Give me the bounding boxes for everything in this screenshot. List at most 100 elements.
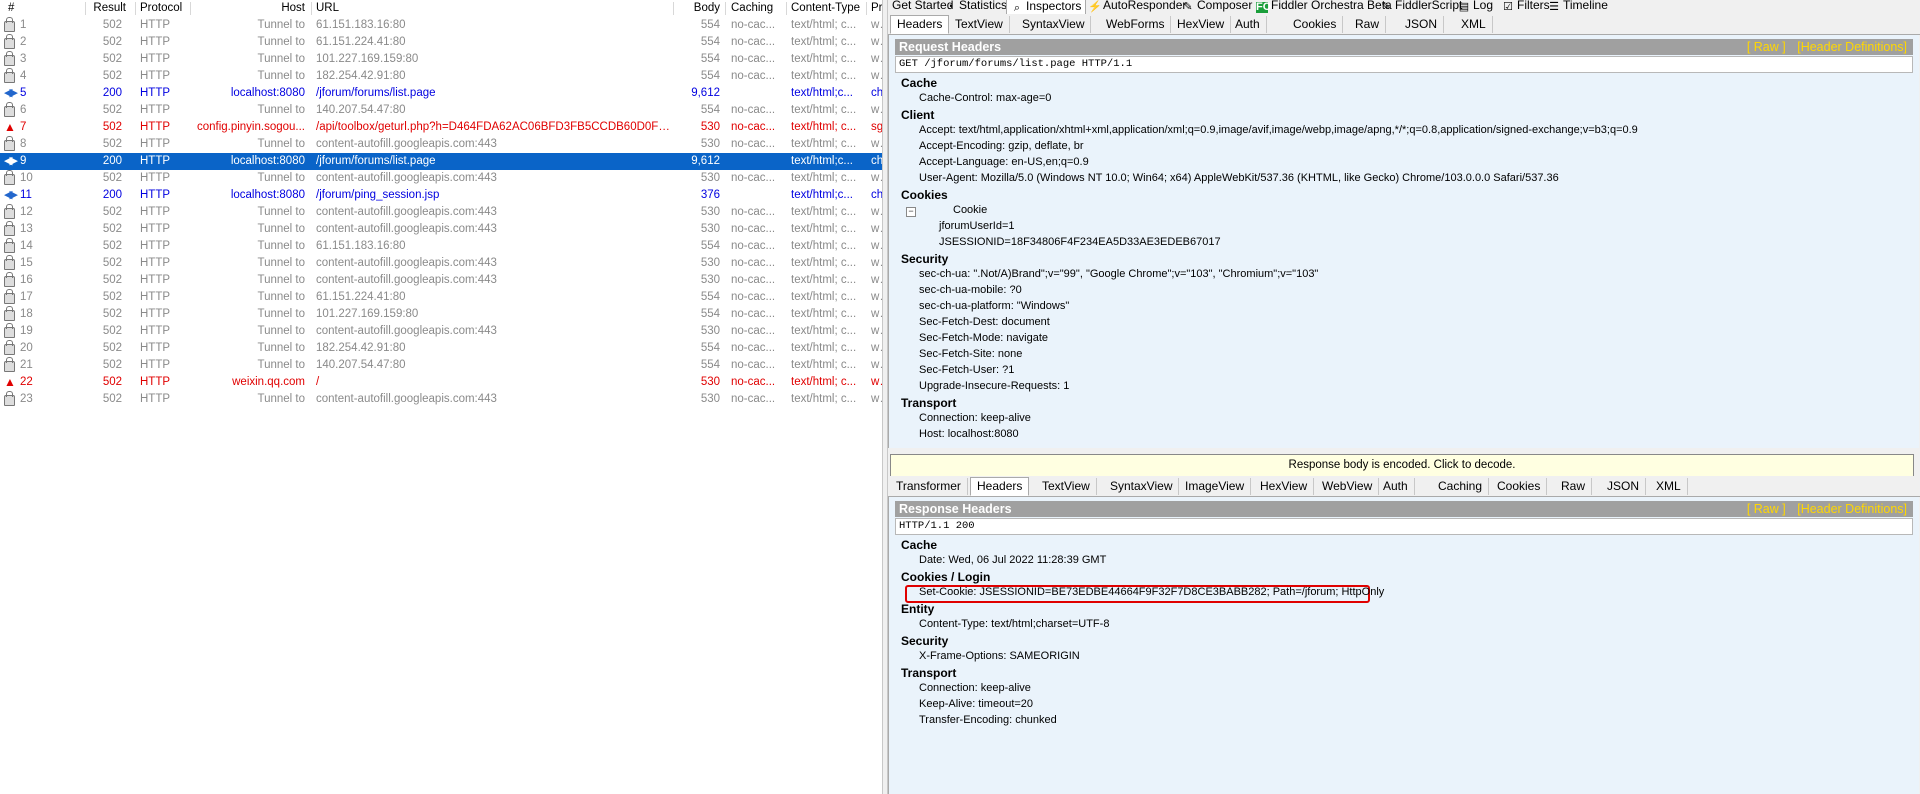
column-divider[interactable] bbox=[786, 2, 787, 15]
header-item[interactable]: Accept-Encoding: gzip, deflate, br bbox=[919, 140, 1083, 152]
subtab-syntaxview[interactable]: SyntaxView bbox=[1016, 16, 1092, 33]
tab-statistics[interactable]: ◔ Statistics bbox=[940, 0, 1011, 14]
header-item[interactable]: sec-ch-ua: ".Not/A)Brand";v="99", "Googl… bbox=[919, 268, 1318, 280]
header-definitions-link[interactable]: [Header Definitions] bbox=[1797, 40, 1907, 54]
header-item[interactable]: Transfer-Encoding: chunked bbox=[919, 714, 1057, 726]
subtab-xml[interactable]: XML bbox=[1650, 478, 1688, 495]
session-row[interactable]: ◀▶ 5 200 HTTP localhost:8080/jforum/forums/l… bbox=[0, 85, 882, 102]
tab-fiddlerscript[interactable]: ✎ FiddlerScript bbox=[1376, 0, 1466, 14]
subtab-caching[interactable]: Caching bbox=[1432, 478, 1490, 495]
header-item[interactable]: Sec-Fetch-User: ?1 bbox=[919, 364, 1014, 376]
set-cookie-header[interactable]: Set-Cookie: JSESSIONID=BE73EDBE44664F9F3… bbox=[919, 586, 1384, 598]
session-row[interactable]: ▲ 7 502 HTTP config.pinyin.sogou.../api/tool… bbox=[0, 119, 882, 136]
header-item[interactable]: Sec-Fetch-Dest: document bbox=[919, 316, 1050, 328]
request-line[interactable]: GET /jforum/forums/list.page HTTP/1.1 bbox=[895, 56, 1913, 73]
session-row[interactable]: 4 502 HTTP Tunnel to 182.254.42.91:80 554 no-c… bbox=[0, 68, 882, 85]
col-content-type[interactable]: Content-Type bbox=[791, 0, 871, 17]
session-row[interactable]: 14 502 HTTP Tunnel to 61.151.183.16:80 554 no-… bbox=[0, 238, 882, 255]
subtab-headers[interactable]: Headers bbox=[970, 477, 1030, 496]
cookie-node[interactable]: Cookie bbox=[953, 204, 987, 216]
session-row[interactable]: 17 502 HTTP Tunnel to 61.151.224.41:80 554 no-… bbox=[0, 289, 882, 306]
col-result[interactable]: Result bbox=[86, 0, 126, 17]
column-divider[interactable] bbox=[85, 2, 86, 15]
session-row[interactable]: 1 502 HTTP Tunnel to 61.151.183.16:80 554 no-c… bbox=[0, 17, 882, 34]
session-row[interactable]: ▲ 22 502 HTTP weixin.qq.com/530 no-cac... text… bbox=[0, 374, 882, 391]
subtab-auth[interactable]: Auth bbox=[1229, 16, 1267, 33]
session-row[interactable]: ◀▶ 9 200 HTTP localhost:8080/jforum/forums/l… bbox=[0, 153, 882, 170]
subtab-imageview[interactable]: ImageView bbox=[1179, 478, 1252, 495]
header-item[interactable]: Host: localhost:8080 bbox=[919, 428, 1019, 440]
session-row[interactable]: 3 502 HTTP Tunnel to 101.227.169.159:80 554 no… bbox=[0, 51, 882, 68]
column-divider[interactable] bbox=[866, 2, 867, 15]
header-item[interactable]: Accept: text/html,application/xhtml+xml,… bbox=[919, 124, 1638, 136]
column-divider[interactable] bbox=[311, 2, 312, 15]
header-item[interactable]: Content-Type: text/html;charset=UTF-8 bbox=[919, 618, 1109, 630]
column-divider[interactable] bbox=[673, 2, 674, 15]
tab-inspectors[interactable]: ⌕ Inspectors bbox=[1006, 0, 1087, 15]
subtab-json[interactable]: JSON bbox=[1601, 478, 1647, 495]
subtab-raw[interactable]: Raw bbox=[1349, 16, 1387, 33]
subtab-syntaxview[interactable]: SyntaxView bbox=[1104, 478, 1180, 495]
raw-link[interactable]: [ Raw ] bbox=[1747, 40, 1786, 54]
raw-link[interactable]: [ Raw ] bbox=[1747, 502, 1786, 516]
subtab-auth[interactable]: Auth bbox=[1377, 478, 1415, 495]
session-row[interactable]: 13 502 HTTP Tunnel to content-autofill.googl… bbox=[0, 221, 882, 238]
cookie-value[interactable]: jforumUserId=1 bbox=[939, 220, 1015, 232]
cookie-value[interactable]: JSESSIONID=18F34806F4F234EA5D33AE3EDEB67… bbox=[939, 236, 1221, 248]
tab-composer[interactable]: ✎ Composer bbox=[1178, 0, 1256, 14]
subtab-xml[interactable]: XML bbox=[1455, 16, 1493, 33]
tab-fiddler-orchestra-beta[interactable]: FOFiddler Orchestra Beta bbox=[1252, 0, 1396, 14]
column-divider[interactable] bbox=[190, 2, 191, 15]
subtab-cookies[interactable]: Cookies bbox=[1491, 478, 1548, 495]
session-row[interactable]: 16 502 HTTP Tunnel to content-autofill.googl… bbox=[0, 272, 882, 289]
decode-response-bar[interactable]: Response body is encoded. Click to decod… bbox=[890, 454, 1914, 477]
tab-log[interactable]: ▤ Log bbox=[1454, 0, 1497, 14]
header-item[interactable]: Accept-Language: en-US,en;q=0.9 bbox=[919, 156, 1089, 168]
col-caching[interactable]: Caching bbox=[731, 0, 785, 17]
header-item[interactable]: Connection: keep-alive bbox=[919, 412, 1031, 424]
header-item[interactable]: User-Agent: Mozilla/5.0 (Windows NT 10.0… bbox=[919, 172, 1559, 184]
header-item[interactable]: Upgrade-Insecure-Requests: 1 bbox=[919, 380, 1069, 392]
subtab-hexview[interactable]: HexView bbox=[1171, 16, 1232, 33]
subtab-webforms[interactable]: WebForms bbox=[1100, 16, 1172, 33]
session-row[interactable]: 19 502 HTTP Tunnel to content-autofill.googl… bbox=[0, 323, 882, 340]
session-row[interactable]: ◀▶ 11 200 HTTP localhost:8080/jforum/ping_se… bbox=[0, 187, 882, 204]
header-item[interactable]: sec-ch-ua-platform: "Windows" bbox=[919, 300, 1069, 312]
session-row[interactable]: 15 502 HTTP Tunnel to content-autofill.googl… bbox=[0, 255, 882, 272]
subtab-hexview[interactable]: HexView bbox=[1254, 478, 1315, 495]
col-url[interactable]: URL bbox=[316, 0, 670, 17]
collapse-toggle-icon[interactable]: − bbox=[906, 207, 916, 217]
col-host[interactable]: Host bbox=[190, 0, 305, 17]
header-item[interactable]: Keep-Alive: timeout=20 bbox=[919, 698, 1033, 710]
subtab-textview[interactable]: TextView bbox=[949, 16, 1010, 33]
subtab-headers[interactable]: Headers bbox=[890, 15, 950, 34]
session-row[interactable]: 8 502 HTTP Tunnel to content-autofill.google… bbox=[0, 136, 882, 153]
subtab-transformer[interactable]: Transformer bbox=[890, 478, 968, 495]
subtab-json[interactable]: JSON bbox=[1399, 16, 1445, 33]
header-item[interactable]: sec-ch-ua-mobile: ?0 bbox=[919, 284, 1022, 296]
status-line[interactable]: HTTP/1.1 200 bbox=[895, 518, 1913, 535]
subtab-textview[interactable]: TextView bbox=[1036, 478, 1097, 495]
sessions-list[interactable]: # Result Protocol Host URL Body Caching … bbox=[0, 0, 882, 794]
header-definitions-link[interactable]: [Header Definitions] bbox=[1797, 502, 1907, 516]
session-row[interactable]: 21 502 HTTP Tunnel to 140.207.54.47:80 554 no-… bbox=[0, 357, 882, 374]
col-body[interactable]: Body bbox=[672, 0, 720, 17]
header-item[interactable]: Sec-Fetch-Mode: navigate bbox=[919, 332, 1048, 344]
column-divider[interactable] bbox=[725, 2, 726, 15]
subtab-cookies[interactable]: Cookies bbox=[1287, 16, 1344, 33]
session-row[interactable]: 10 502 HTTP Tunnel to content-autofill.googl… bbox=[0, 170, 882, 187]
header-item[interactable]: Sec-Fetch-Site: none bbox=[919, 348, 1022, 360]
col-process[interactable]: Pr bbox=[871, 0, 882, 17]
header-item[interactable]: Cache-Control: max-age=0 bbox=[919, 92, 1051, 104]
column-divider[interactable] bbox=[135, 2, 136, 15]
header-item[interactable]: Date: Wed, 06 Jul 2022 11:28:39 GMT bbox=[919, 554, 1106, 566]
subtab-raw[interactable]: Raw bbox=[1555, 478, 1593, 495]
session-row[interactable]: 23 502 HTTP Tunnel to content-autofill.googl… bbox=[0, 391, 882, 408]
subtab-webview[interactable]: WebView bbox=[1316, 478, 1380, 495]
tab-timeline[interactable]: ☰ Timeline bbox=[1544, 0, 1612, 14]
session-row[interactable]: 2 502 HTTP Tunnel to 61.151.224.41:80 554 no-c… bbox=[0, 34, 882, 51]
header-item[interactable]: X-Frame-Options: SAMEORIGIN bbox=[919, 650, 1080, 662]
tab-autoresponder[interactable]: ⚡AutoResponder bbox=[1084, 0, 1190, 14]
col-num[interactable]: # bbox=[8, 0, 68, 17]
session-row[interactable]: 20 502 HTTP Tunnel to 182.254.42.91:80 554 no-… bbox=[0, 340, 882, 357]
